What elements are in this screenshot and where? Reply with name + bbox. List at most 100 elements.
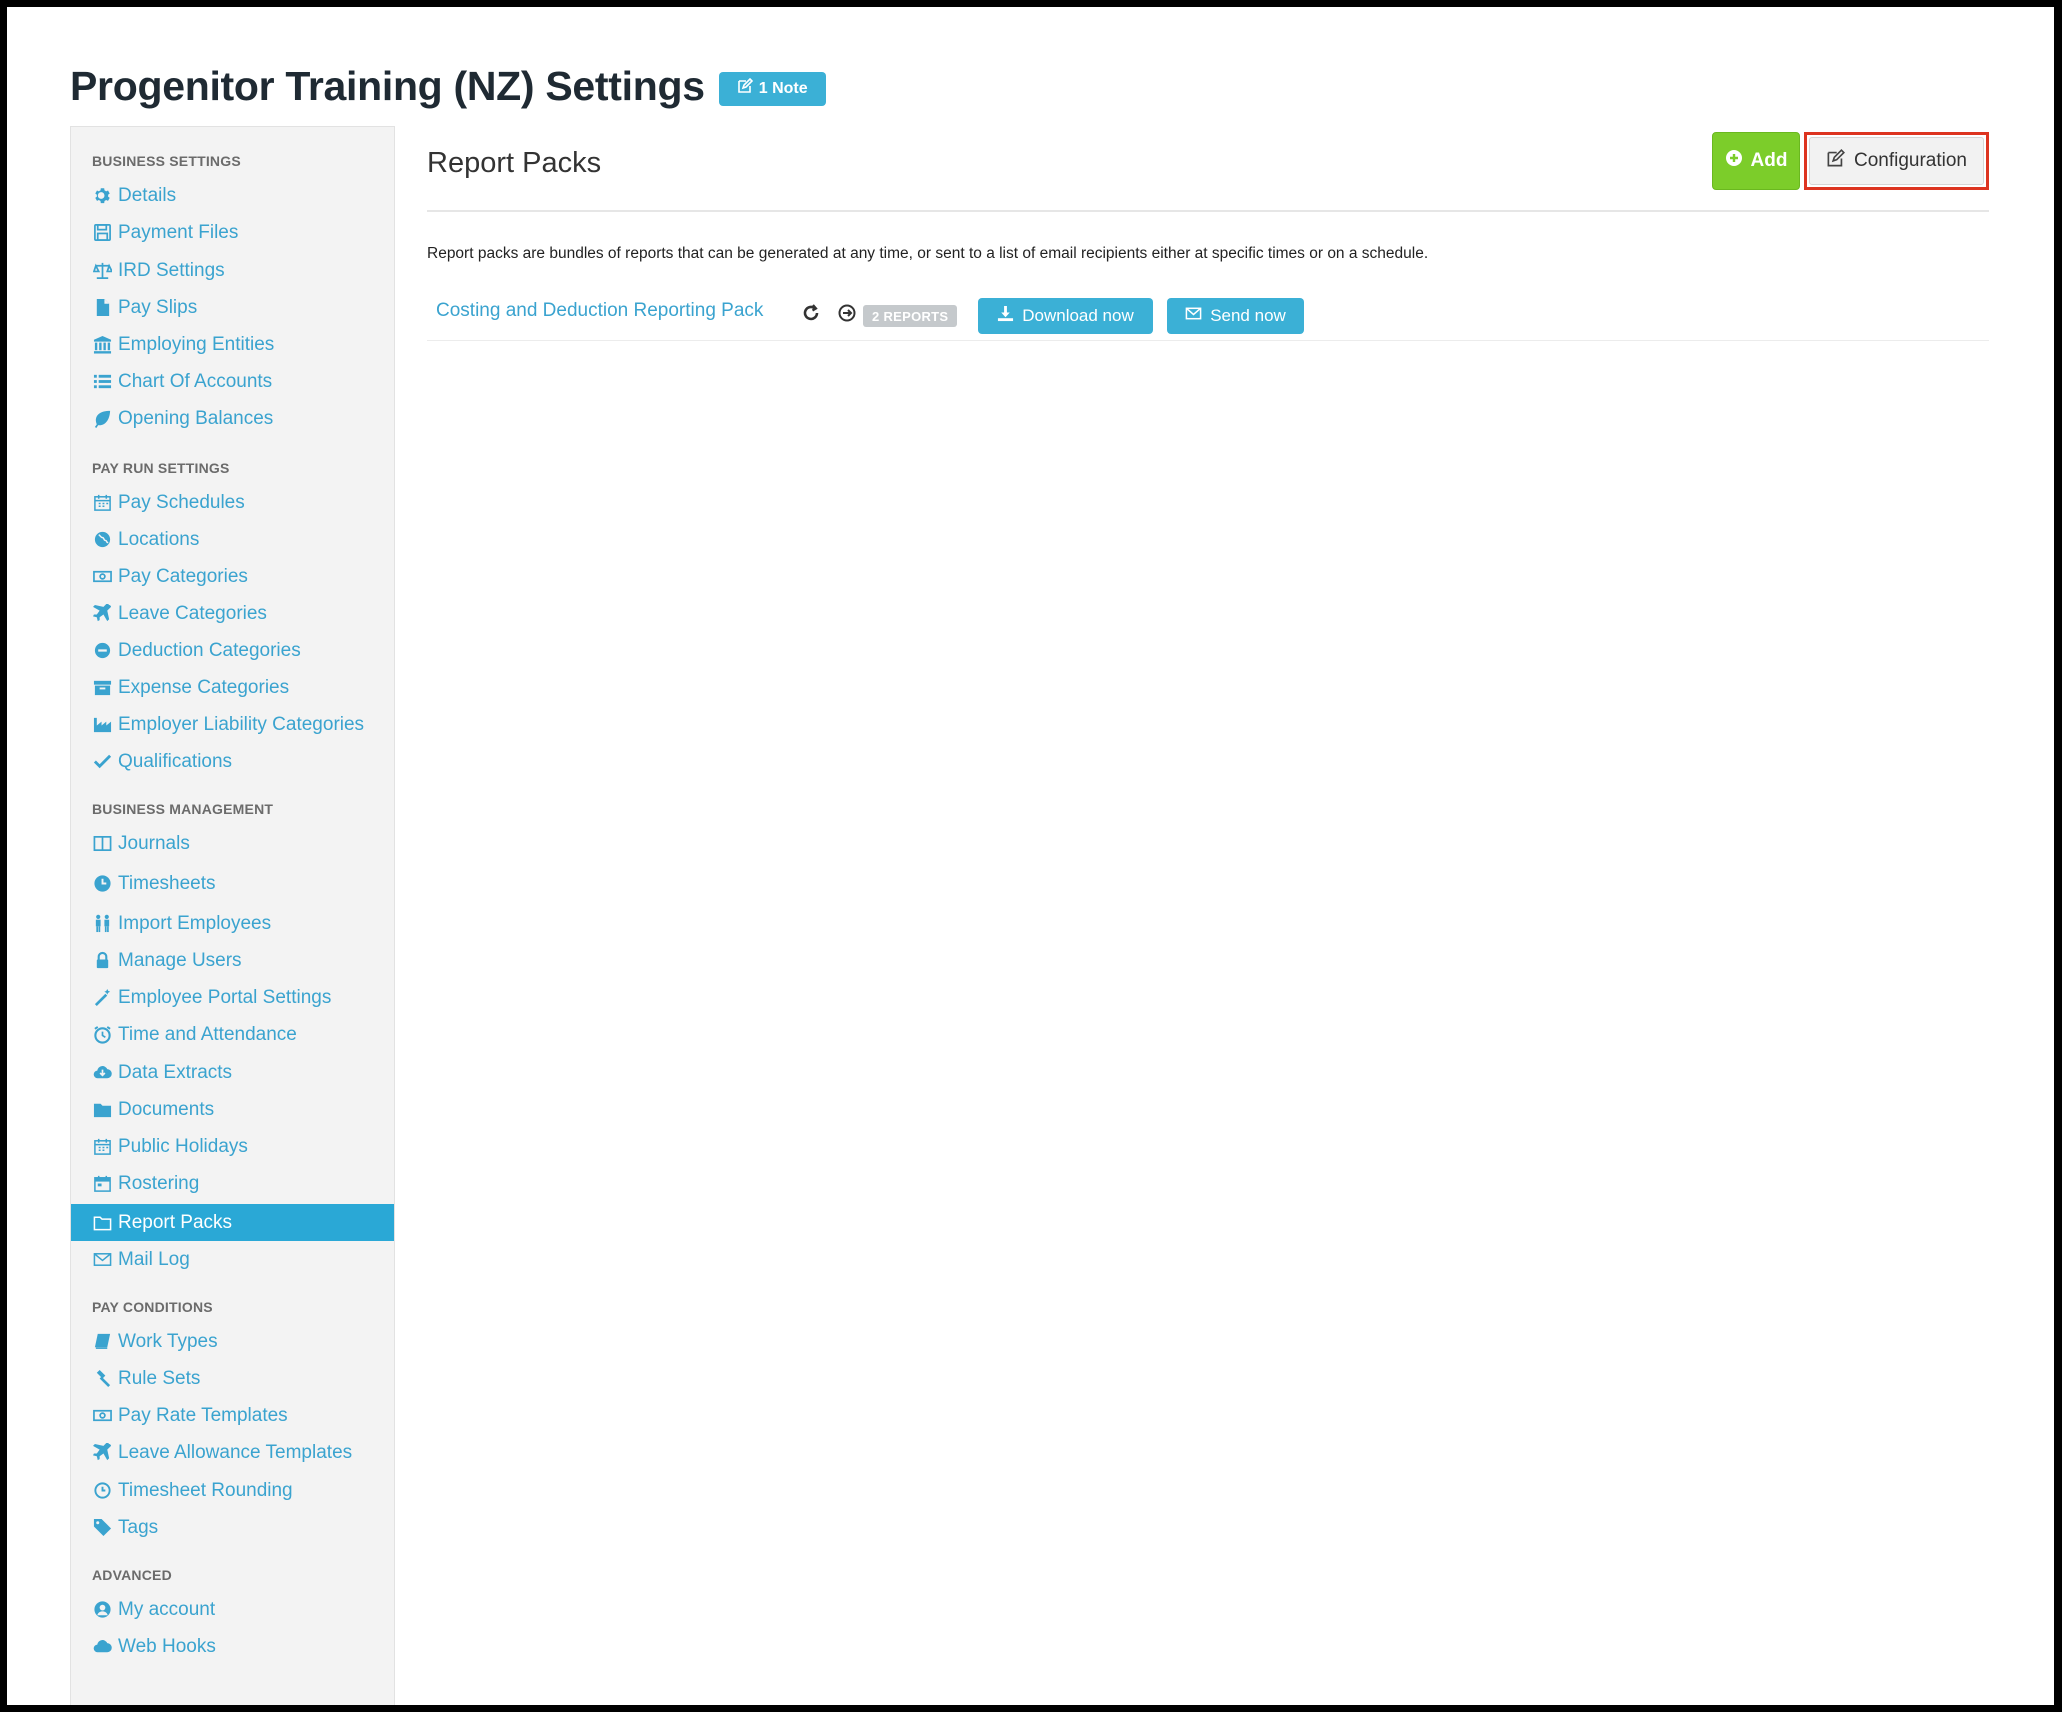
sidebar-item-label: My account [118,1598,216,1620]
settings-sidebar: BUSINESS SETTINGS Details Payment Files … [70,126,395,1705]
report-packs-heading: Report Packs [427,147,602,179]
sidebar-item-pay-schedules[interactable]: Pay Schedules [71,484,394,521]
check-icon [92,752,112,772]
sidebar-item-ird-settings[interactable]: IRD Settings [71,252,394,289]
sidebar-item-leave-categories[interactable]: Leave Categories [71,595,394,632]
cloud-download-icon [92,1063,112,1083]
download-now-label: Download now [1022,306,1134,325]
sidebar-item-locations[interactable]: Locations [71,521,394,558]
sidebar-item-employer-liability-categories[interactable]: Employer Liability Categories [71,706,394,743]
page-title: Progenitor Training (NZ) Settings [70,63,705,109]
sidebar-item-label: Payment Files [118,221,239,243]
sidebar-item-public-holidays[interactable]: Public Holidays [71,1128,394,1165]
alarm-icon [92,1025,112,1045]
sidebar-item-tags[interactable]: Tags [71,1509,394,1546]
sidebar-item-label: Time and Attendance [118,1023,297,1045]
sidebar-item-employee-portal-settings[interactable]: Employee Portal Settings [71,979,394,1016]
report-pack-row: Costing and Deduction Reporting Pack 2 R… [427,290,1989,341]
gavel-icon [92,1369,112,1389]
file-icon [92,298,112,318]
sidebar-item-pay-categories[interactable]: Pay Categories [71,558,394,595]
sidebar-item-label: Timesheet Rounding [118,1479,293,1501]
download-now-button[interactable]: Download now [978,298,1153,334]
folder-icon [92,1100,112,1120]
sidebar-item-opening-balances[interactable]: Opening Balances [71,400,394,437]
sidebar-item-web-hooks[interactable]: Web Hooks [71,1628,394,1665]
sidebar-item-pay-rate-templates[interactable]: Pay Rate Templates [71,1397,394,1434]
sidebar-item-pay-slips[interactable]: Pay Slips [71,289,394,326]
sidebar-item-rostering[interactable]: Rostering [71,1165,394,1202]
scale-icon [92,261,112,281]
leaf-icon [92,409,112,429]
sidebar-item-label: Report Packs [118,1211,233,1233]
plus-circle-icon [1725,149,1743,173]
sidebar-item-label: Pay Slips [118,296,198,318]
plane-icon [92,1443,112,1463]
sidebar-item-report-packs[interactable]: Report Packs [71,1204,394,1241]
sidebar-item-expense-categories[interactable]: Expense Categories [71,669,394,706]
sidebar-item-label: Deduction Categories [118,639,301,661]
sidebar-item-employing-entities[interactable]: Employing Entities [71,326,394,363]
globe-icon [92,530,112,550]
sidebar-item-payment-files[interactable]: Payment Files [71,214,394,251]
sidebar-item-label: Pay Schedules [118,491,245,513]
sidebar-item-import-employees[interactable]: Import Employees [71,905,394,942]
sidebar-item-chart-of-accounts[interactable]: Chart Of Accounts [71,363,394,400]
sidebar-item-label: Documents [118,1098,215,1120]
sidebar-item-label: Public Holidays [118,1135,248,1157]
sidebar-item-data-extracts[interactable]: Data Extracts [71,1054,394,1091]
sidebar-item-journals[interactable]: Journals [71,825,394,862]
sidebar-item-label: Leave Categories [118,602,267,624]
sidebar-item-label: Employing Entities [118,333,275,355]
report-pack-name-link[interactable]: Costing and Deduction Reporting Pack [436,300,763,322]
sidebar-item-label: Expense Categories [118,676,290,698]
arrow-circle-right-icon[interactable] [837,303,857,323]
note-badge[interactable]: 1 Note [718,71,826,106]
gear-icon [92,186,112,206]
app-window: Progenitor Training (NZ) Settings 1 Note… [7,7,2054,1705]
report-packs-description: Report packs are bundles of reports that… [427,245,1429,262]
envelope-icon [1185,305,1202,327]
columns-icon [92,834,112,854]
configuration-button-label: Configuration [1853,150,1968,171]
edit-icon [737,77,753,99]
envelope-icon [92,1250,112,1270]
list-icon [92,372,112,392]
sidebar-item-label: Tags [118,1516,159,1538]
sidebar-item-label: Pay Categories [118,565,248,587]
sidebar-item-documents[interactable]: Documents [71,1091,394,1128]
sidebar-item-manage-users[interactable]: Manage Users [71,942,394,979]
sidebar-item-timesheets[interactable]: Timesheets [71,865,394,902]
sidebar-item-time-and-attendance[interactable]: Time and Attendance [71,1016,394,1053]
sidebar-item-my-account[interactable]: My account [71,1591,394,1628]
sidebar-item-label: Work Types [118,1330,218,1352]
download-icon [997,305,1014,327]
refresh-icon[interactable] [801,303,821,323]
minus-circle-icon [92,641,112,661]
section-heading-pay-conditions: PAY CONDITIONS [92,1299,213,1315]
sidebar-item-label: Import Employees [118,912,272,934]
configuration-button[interactable]: Configuration [1809,137,1984,185]
clock-icon [92,874,112,894]
header-divider [427,210,1989,212]
sidebar-item-label: IRD Settings [118,259,225,281]
sidebar-item-mail-log[interactable]: Mail Log [71,1241,394,1278]
edit-icon [1826,148,1845,174]
sidebar-item-label: Mail Log [118,1248,190,1270]
money-icon [92,567,112,587]
send-now-label: Send now [1210,306,1286,325]
sidebar-item-details[interactable]: Details [71,177,394,214]
tag-icon [92,1518,112,1538]
sidebar-item-rule-sets[interactable]: Rule Sets [71,1360,394,1397]
sidebar-item-timesheet-rounding[interactable]: Timesheet Rounding [71,1472,394,1509]
sidebar-item-label: Qualifications [118,750,233,772]
sidebar-item-deduction-categories[interactable]: Deduction Categories [71,632,394,669]
add-button[interactable]: Add [1712,132,1800,190]
reports-count-badge: 2 REPORTS [863,305,958,327]
cloud-icon [92,1637,112,1657]
send-now-button[interactable]: Send now [1167,298,1304,334]
sidebar-item-work-types[interactable]: Work Types [71,1323,394,1360]
sidebar-item-qualifications[interactable]: Qualifications [71,743,394,780]
sidebar-item-leave-allowance-templates[interactable]: Leave Allowance Templates [71,1434,394,1471]
section-heading-business-settings: BUSINESS SETTINGS [92,153,241,169]
